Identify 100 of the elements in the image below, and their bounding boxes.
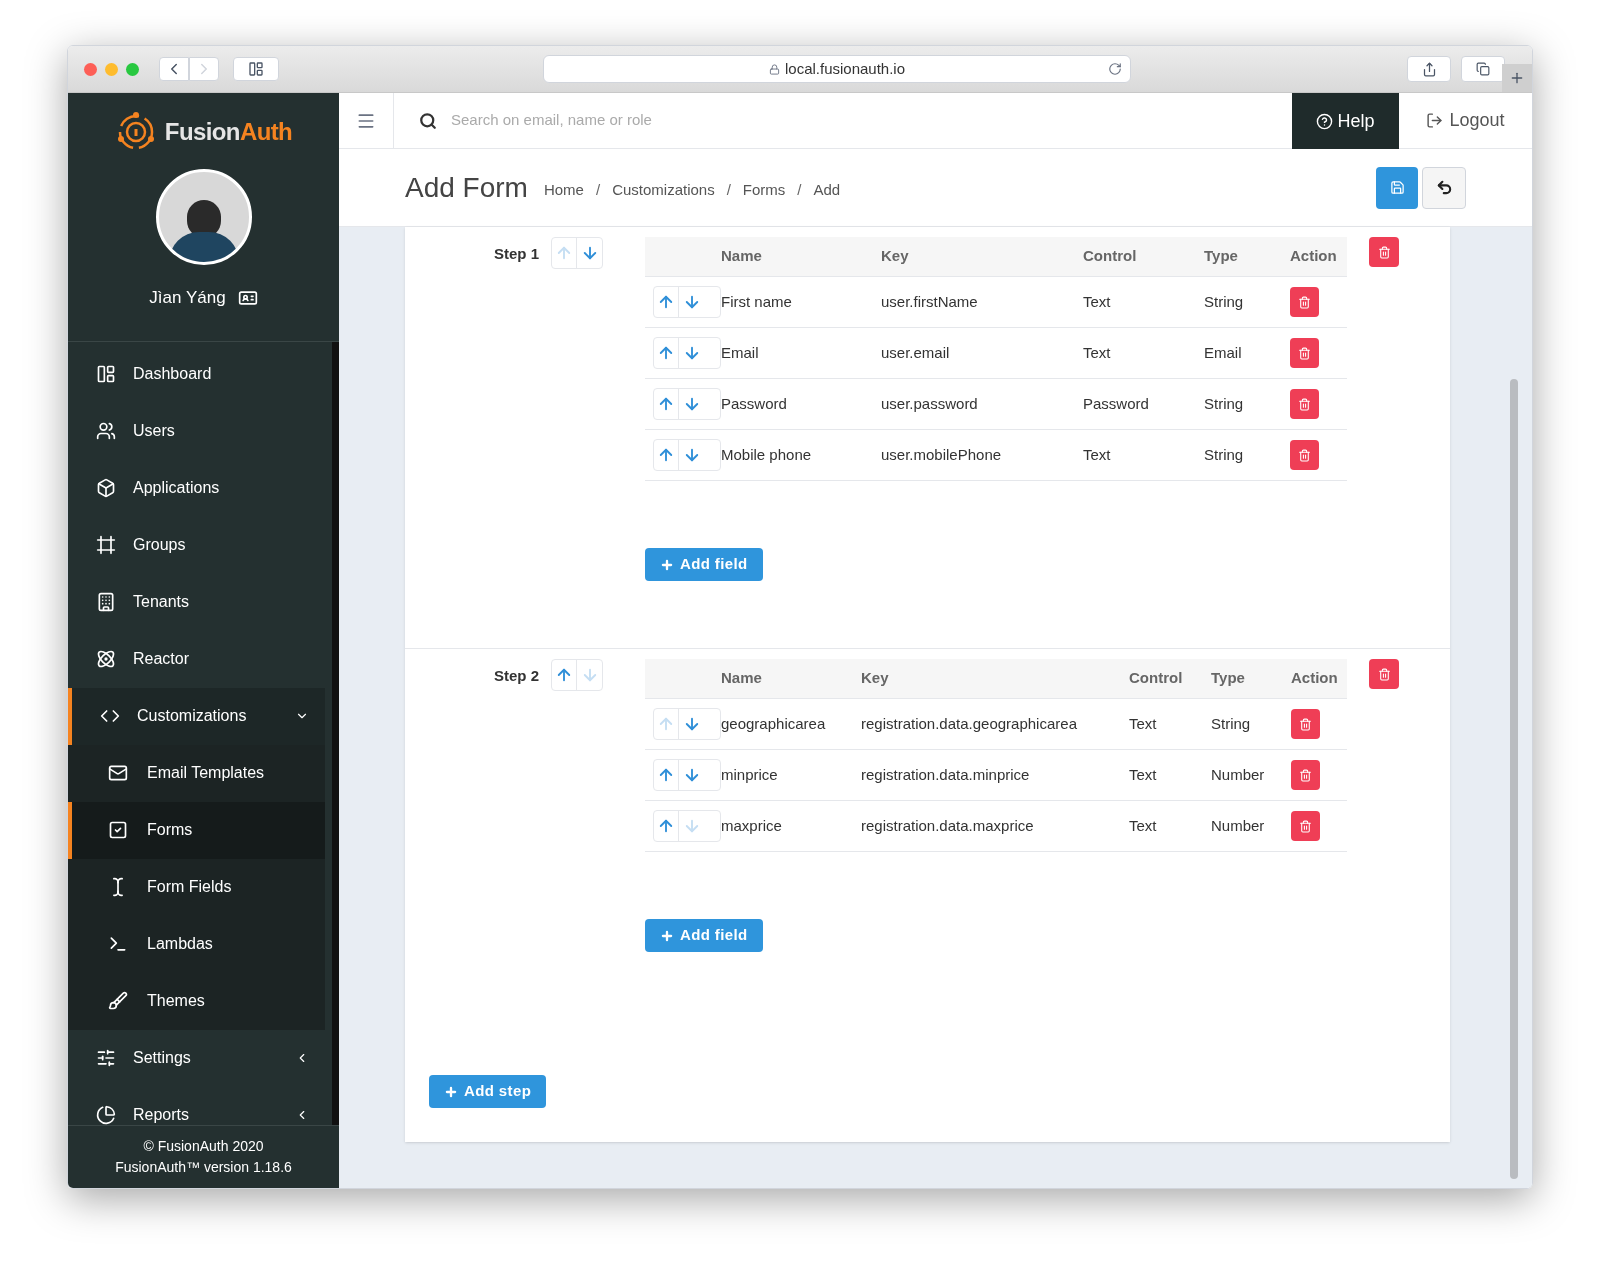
column-header: Name xyxy=(721,246,763,267)
users-icon xyxy=(96,421,116,441)
sidebar-item[interactable]: Reports xyxy=(68,1086,325,1125)
sidebar-subitem[interactable]: Lambdas xyxy=(68,915,325,973)
step-label: Step 1 xyxy=(494,244,539,264)
table-cell-text: Password xyxy=(1083,393,1150,414)
help-button[interactable]: Help xyxy=(1292,93,1399,149)
table-cell-text: Text xyxy=(1129,764,1158,785)
trash-icon xyxy=(1299,819,1312,833)
back-button[interactable] xyxy=(159,57,189,81)
cancel-button[interactable] xyxy=(1422,166,1466,209)
search-field[interactable]: Search on email, name or role xyxy=(451,109,1292,132)
step-label: Step 2 xyxy=(494,666,539,686)
save-icon xyxy=(1389,180,1405,195)
delete-button[interactable] xyxy=(1290,338,1319,368)
sidebar-item[interactable]: Customizations xyxy=(68,687,325,745)
sidebar-item[interactable]: Users xyxy=(68,402,325,460)
new-tab-button[interactable] xyxy=(1502,64,1532,92)
breadcrumb-link[interactable]: Home xyxy=(543,179,584,202)
column-header: Type xyxy=(1211,668,1246,689)
table-cell-text: user.mobilePhone xyxy=(881,444,1003,465)
sidebar-item[interactable]: Dashboard xyxy=(68,345,325,403)
brush-icon xyxy=(108,991,128,1011)
table-cell-text: String xyxy=(1204,291,1245,312)
footer-text: © FusionAuth 2020 xyxy=(143,1137,264,1156)
column-header: Name xyxy=(721,668,763,689)
sidebar-item[interactable]: Applications xyxy=(68,459,325,517)
atom-icon xyxy=(96,649,116,669)
table-cell-text: Number xyxy=(1211,764,1266,785)
breadcrumb-link[interactable]: Forms xyxy=(742,179,786,202)
help-icon xyxy=(1316,112,1334,130)
table-cell-text: registration.data.minprice xyxy=(861,764,1031,785)
undo-icon xyxy=(1435,179,1453,196)
table-cell-text: Text xyxy=(1129,815,1158,836)
lock-icon xyxy=(768,63,780,75)
share-button[interactable] xyxy=(1407,56,1451,82)
table-cell-text: String xyxy=(1211,713,1252,734)
sliders-icon xyxy=(96,1048,116,1068)
search-bar[interactable]: Search on email, name or role xyxy=(394,93,1292,149)
tabs-button[interactable] xyxy=(1461,56,1505,82)
sidebar-subitem[interactable]: Form Fields xyxy=(68,858,325,916)
delete-button[interactable] xyxy=(1291,760,1320,790)
logout-button[interactable]: Logout xyxy=(1399,93,1532,149)
terminal-icon xyxy=(108,934,128,954)
address-bar[interactable]: local.fusionauth.io xyxy=(543,55,1131,83)
breadcrumb-separator: / xyxy=(726,180,731,201)
table-cell-text: Text xyxy=(1083,291,1112,312)
plus-icon xyxy=(660,557,674,572)
breadcrumb-link[interactable]: Customizations xyxy=(612,179,715,202)
footer-text: FusionAuth™ version 1.18.6 xyxy=(115,1158,292,1177)
delete-button[interactable] xyxy=(1369,659,1399,689)
trash-icon xyxy=(1377,245,1391,259)
column-header: Key xyxy=(861,668,890,689)
table-cell-text: minprice xyxy=(721,764,779,785)
sidebar-item[interactable]: Groups xyxy=(68,516,325,574)
sidebar-toggle-button[interactable] xyxy=(233,57,279,81)
column-header: Control xyxy=(1129,668,1184,689)
table-cell-text: geographicarea xyxy=(721,713,827,734)
menu-toggle-button[interactable] xyxy=(339,93,394,149)
delete-button[interactable] xyxy=(1369,237,1399,267)
sidebar-item[interactable]: Tenants xyxy=(68,573,325,631)
trash-icon xyxy=(1298,295,1311,309)
sidebar-subitem[interactable]: Email Templates xyxy=(68,744,325,802)
cube-icon xyxy=(96,478,116,498)
sidebar-item[interactable]: Settings xyxy=(68,1029,325,1087)
pie-chart-icon xyxy=(96,1105,116,1125)
sidebar-item[interactable]: Reactor xyxy=(68,630,325,688)
delete-button[interactable] xyxy=(1290,389,1319,419)
table-cell-text: String xyxy=(1204,444,1245,465)
table-cell-text: Mobile phone xyxy=(721,444,813,465)
breadcrumb-separator: / xyxy=(797,180,802,201)
table-cell-text: Text xyxy=(1083,444,1112,465)
table-cell-text: Text xyxy=(1083,342,1112,363)
table-cell-text: First name xyxy=(721,291,793,312)
delete-button[interactable] xyxy=(1291,709,1320,739)
sidebar-subitem[interactable]: Themes xyxy=(68,972,325,1030)
reload-icon xyxy=(1108,62,1122,76)
page-title: Add Form xyxy=(405,170,528,205)
trash-icon xyxy=(1298,397,1311,411)
column-header: Key xyxy=(881,246,910,267)
table-cell-text: Email xyxy=(1204,342,1243,363)
table-cell-text: user.email xyxy=(881,342,951,363)
trash-icon xyxy=(1377,667,1391,681)
delete-button[interactable] xyxy=(1291,811,1320,841)
dashboard-icon xyxy=(96,364,116,384)
table-cell-text: String xyxy=(1204,393,1245,414)
plus-icon xyxy=(1509,70,1525,86)
trash-icon xyxy=(1298,346,1311,360)
envelope-icon xyxy=(108,763,128,783)
table-cell-text: user.password xyxy=(881,393,979,414)
frame-icon xyxy=(96,535,116,555)
table-cell-text: Text xyxy=(1129,713,1158,734)
share-icon xyxy=(1421,61,1437,77)
delete-button[interactable] xyxy=(1290,440,1319,470)
delete-button[interactable] xyxy=(1290,287,1319,317)
checkbox-icon xyxy=(108,820,128,840)
column-header: Control xyxy=(1083,246,1138,267)
table-cell-text: Email xyxy=(721,342,760,363)
breadcrumb-link[interactable]: Add xyxy=(813,179,841,202)
sidebar-subitem[interactable]: Forms xyxy=(68,801,325,859)
